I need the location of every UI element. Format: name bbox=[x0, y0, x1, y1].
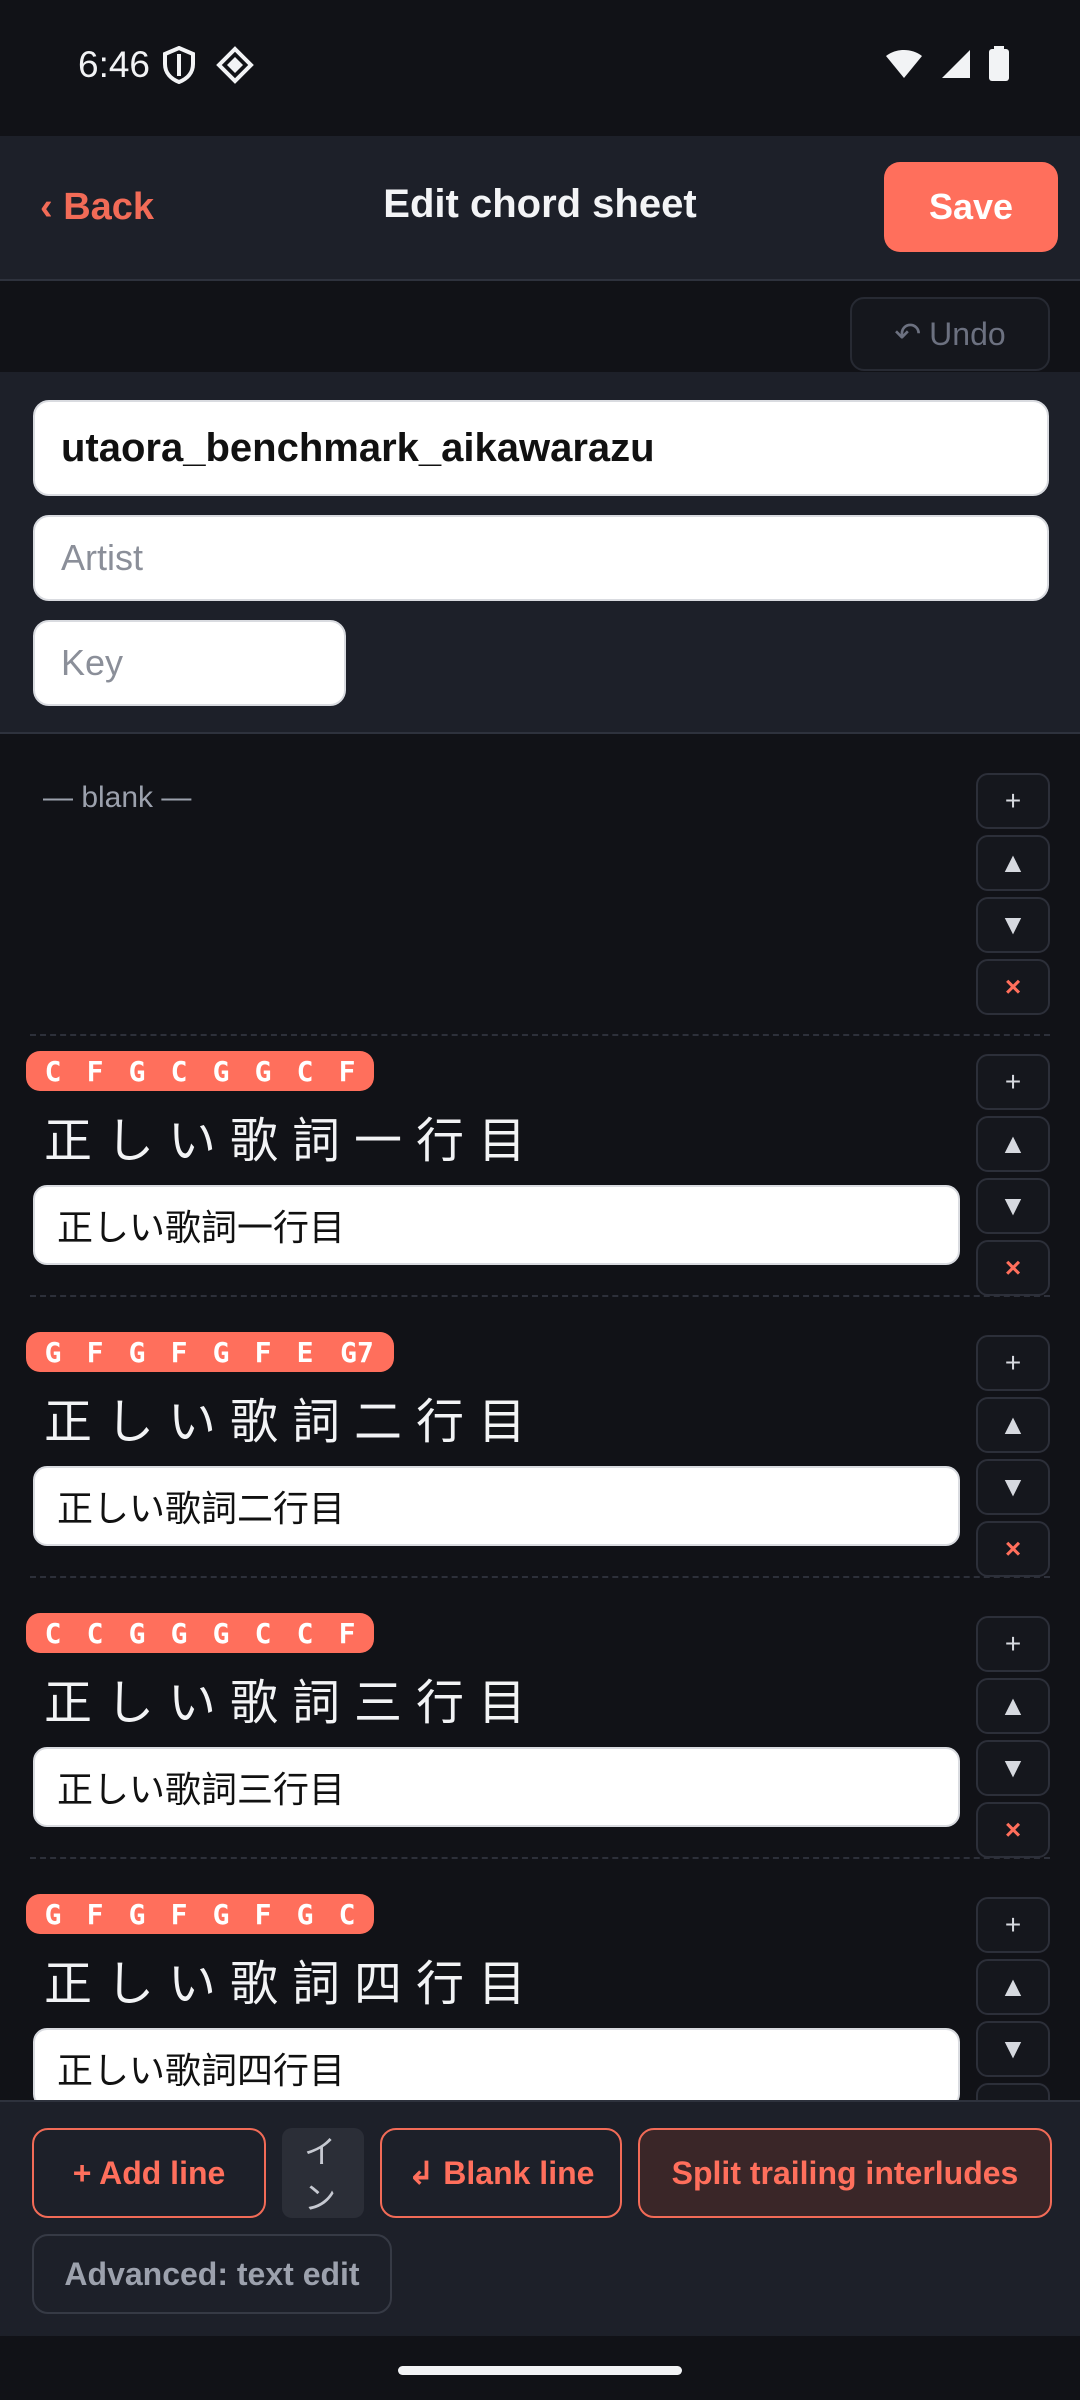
move-down-button[interactable]: ▼ bbox=[976, 2021, 1050, 2077]
move-down-button[interactable]: ▼ bbox=[976, 1459, 1050, 1515]
chord-strip[interactable]: G F G F G F E G7 bbox=[26, 1332, 394, 1372]
chord-chip[interactable]: G7 bbox=[326, 1336, 388, 1369]
chord-chip[interactable]: G bbox=[32, 1898, 74, 1931]
move-up-button[interactable]: ▲ bbox=[976, 1678, 1050, 1734]
chord-chip[interactable]: F bbox=[158, 1336, 200, 1369]
delete-line-button[interactable]: × bbox=[976, 1802, 1050, 1858]
battery-icon bbox=[989, 46, 1009, 81]
chord-chip[interactable]: G bbox=[116, 1898, 158, 1931]
lyric-preview: 正しい歌詞二行目 bbox=[44, 1394, 541, 1450]
undo-button[interactable]: ↶ Undo bbox=[850, 297, 1050, 371]
move-down-button[interactable]: ▼ bbox=[976, 1178, 1050, 1234]
wifi-icon bbox=[886, 50, 922, 78]
chord-chip[interactable]: G bbox=[242, 1055, 284, 1088]
lyric-input[interactable]: 正しい歌詞二行目 bbox=[33, 1466, 960, 1546]
line-row: C F G C G G C F 正しい歌詞一行目 正しい歌詞一行目 + ▲ ▼ … bbox=[0, 1016, 1080, 1297]
chord-strip[interactable]: C F G C G G C F bbox=[26, 1051, 374, 1091]
delete-line-button[interactable]: × bbox=[976, 1521, 1050, 1577]
insert-line-button[interactable]: + bbox=[976, 1616, 1050, 1672]
line-row: G F G F G F E G7 正しい歌詞二行目 正しい歌詞二行目 + ▲ ▼… bbox=[0, 1297, 1080, 1578]
move-up-button[interactable]: ▲ bbox=[976, 1397, 1050, 1453]
chord-chip[interactable]: C bbox=[284, 1055, 326, 1088]
insert-line-button[interactable]: + bbox=[976, 1335, 1050, 1391]
undo-icon: ↶ bbox=[894, 316, 922, 352]
status-time: 6:46 bbox=[78, 44, 151, 85]
status-bar: 6:46 bbox=[0, 0, 1080, 136]
chord-chip[interactable]: F bbox=[242, 1336, 284, 1369]
key-field[interactable]: Key bbox=[33, 620, 346, 706]
shield-icon bbox=[163, 46, 195, 84]
chord-chip[interactable]: C bbox=[32, 1055, 74, 1088]
chord-strip[interactable]: G F G F G F G C bbox=[26, 1894, 374, 1934]
song-meta-form: utaora_benchmark_aikawarazu Artist Key bbox=[0, 372, 1080, 734]
chord-chip[interactable]: G bbox=[200, 1336, 242, 1369]
chord-chip[interactable]: F bbox=[326, 1617, 368, 1650]
line-row-blank: — blank — + ▲ ▼ × bbox=[0, 735, 1080, 1036]
chord-chip[interactable]: F bbox=[74, 1336, 116, 1369]
lyric-input[interactable]: 正しい歌詞三行目 bbox=[33, 1747, 960, 1827]
move-up-button[interactable]: ▲ bbox=[976, 835, 1050, 891]
chord-chip[interactable]: F bbox=[326, 1055, 368, 1088]
move-down-button[interactable]: ▼ bbox=[976, 897, 1050, 953]
line-row: C C G G G C C F 正しい歌詞三行目 正しい歌詞三行目 + ▲ ▼ … bbox=[0, 1578, 1080, 1859]
chord-chip[interactable]: F bbox=[242, 1898, 284, 1931]
artist-field[interactable]: Artist bbox=[33, 515, 1049, 601]
chord-chip[interactable]: C bbox=[284, 1617, 326, 1650]
move-up-button[interactable]: ▲ bbox=[976, 1959, 1050, 2015]
delete-line-button[interactable]: × bbox=[976, 1240, 1050, 1296]
undo-label: Undo bbox=[929, 315, 1006, 352]
chord-chip[interactable]: C bbox=[242, 1617, 284, 1650]
chord-chip[interactable]: E bbox=[284, 1336, 326, 1369]
chord-chip[interactable]: G bbox=[116, 1336, 158, 1369]
move-up-button[interactable]: ▲ bbox=[976, 1116, 1050, 1172]
save-button[interactable]: Save bbox=[884, 162, 1058, 252]
blank-line-label: — blank — bbox=[43, 781, 192, 814]
lyric-preview: 正しい歌詞四行目 bbox=[44, 1956, 541, 2012]
chord-chip[interactable]: F bbox=[158, 1898, 200, 1931]
chord-chip[interactable]: G bbox=[200, 1055, 242, 1088]
app-header: ‹ Back Edit chord sheet Save bbox=[0, 136, 1080, 281]
chord-chip[interactable]: G bbox=[284, 1898, 326, 1931]
move-down-button[interactable]: ▼ bbox=[976, 1740, 1050, 1796]
system-nav-bar bbox=[0, 2336, 1080, 2400]
line-row: G F G F G F G C 正しい歌詞四行目 正しい歌詞四行目 + ▲ ▼ … bbox=[0, 1859, 1080, 2100]
chord-chip[interactable]: C bbox=[326, 1898, 368, 1931]
advanced-text-edit-button[interactable]: Advanced: text edit bbox=[32, 2234, 392, 2314]
insert-line-button[interactable]: + bbox=[976, 773, 1050, 829]
split-trailing-interludes-button[interactable]: Split trailing interludes bbox=[638, 2128, 1052, 2218]
chord-chip[interactable]: C bbox=[32, 1617, 74, 1650]
chord-chip[interactable]: F bbox=[74, 1055, 116, 1088]
bottom-toolbar: + Add line イン ↲ Blank line Split trailin… bbox=[0, 2100, 1080, 2336]
delete-line-button[interactable]: × bbox=[976, 2083, 1050, 2100]
lines-list[interactable]: — blank — + ▲ ▼ × C F G C G G C F 正しい歌詞一… bbox=[0, 735, 1080, 2100]
title-field[interactable]: utaora_benchmark_aikawarazu bbox=[33, 400, 1049, 496]
chord-chip[interactable]: G bbox=[32, 1336, 74, 1369]
inline-chord-button[interactable]: イン bbox=[282, 2128, 364, 2218]
lyric-input[interactable]: 正しい歌詞一行目 bbox=[33, 1185, 960, 1265]
chord-chip[interactable]: G bbox=[200, 1898, 242, 1931]
add-line-button[interactable]: + Add line bbox=[32, 2128, 266, 2218]
lyric-preview: 正しい歌詞一行目 bbox=[44, 1113, 541, 1169]
blank-line-button[interactable]: ↲ Blank line bbox=[380, 2128, 622, 2218]
chord-chip[interactable]: G bbox=[200, 1617, 242, 1650]
chord-chip[interactable]: C bbox=[74, 1617, 116, 1650]
insert-line-button[interactable]: + bbox=[976, 1897, 1050, 1953]
app-notification-icon bbox=[216, 46, 254, 84]
undo-strip: ↶ Undo bbox=[0, 283, 1080, 372]
lyric-input[interactable]: 正しい歌詞四行目 bbox=[33, 2028, 960, 2100]
signal-icon bbox=[942, 50, 970, 78]
chord-chip[interactable]: G bbox=[116, 1055, 158, 1088]
chord-strip[interactable]: C C G G G C C F bbox=[26, 1613, 374, 1653]
home-gesture-handle[interactable] bbox=[398, 2366, 682, 2375]
chord-chip[interactable]: F bbox=[74, 1898, 116, 1931]
insert-line-button[interactable]: + bbox=[976, 1054, 1050, 1110]
chord-chip[interactable]: G bbox=[116, 1617, 158, 1650]
lyric-preview: 正しい歌詞三行目 bbox=[44, 1675, 541, 1731]
delete-line-button[interactable]: × bbox=[976, 959, 1050, 1015]
chord-chip[interactable]: C bbox=[158, 1055, 200, 1088]
chord-chip[interactable]: G bbox=[158, 1617, 200, 1650]
